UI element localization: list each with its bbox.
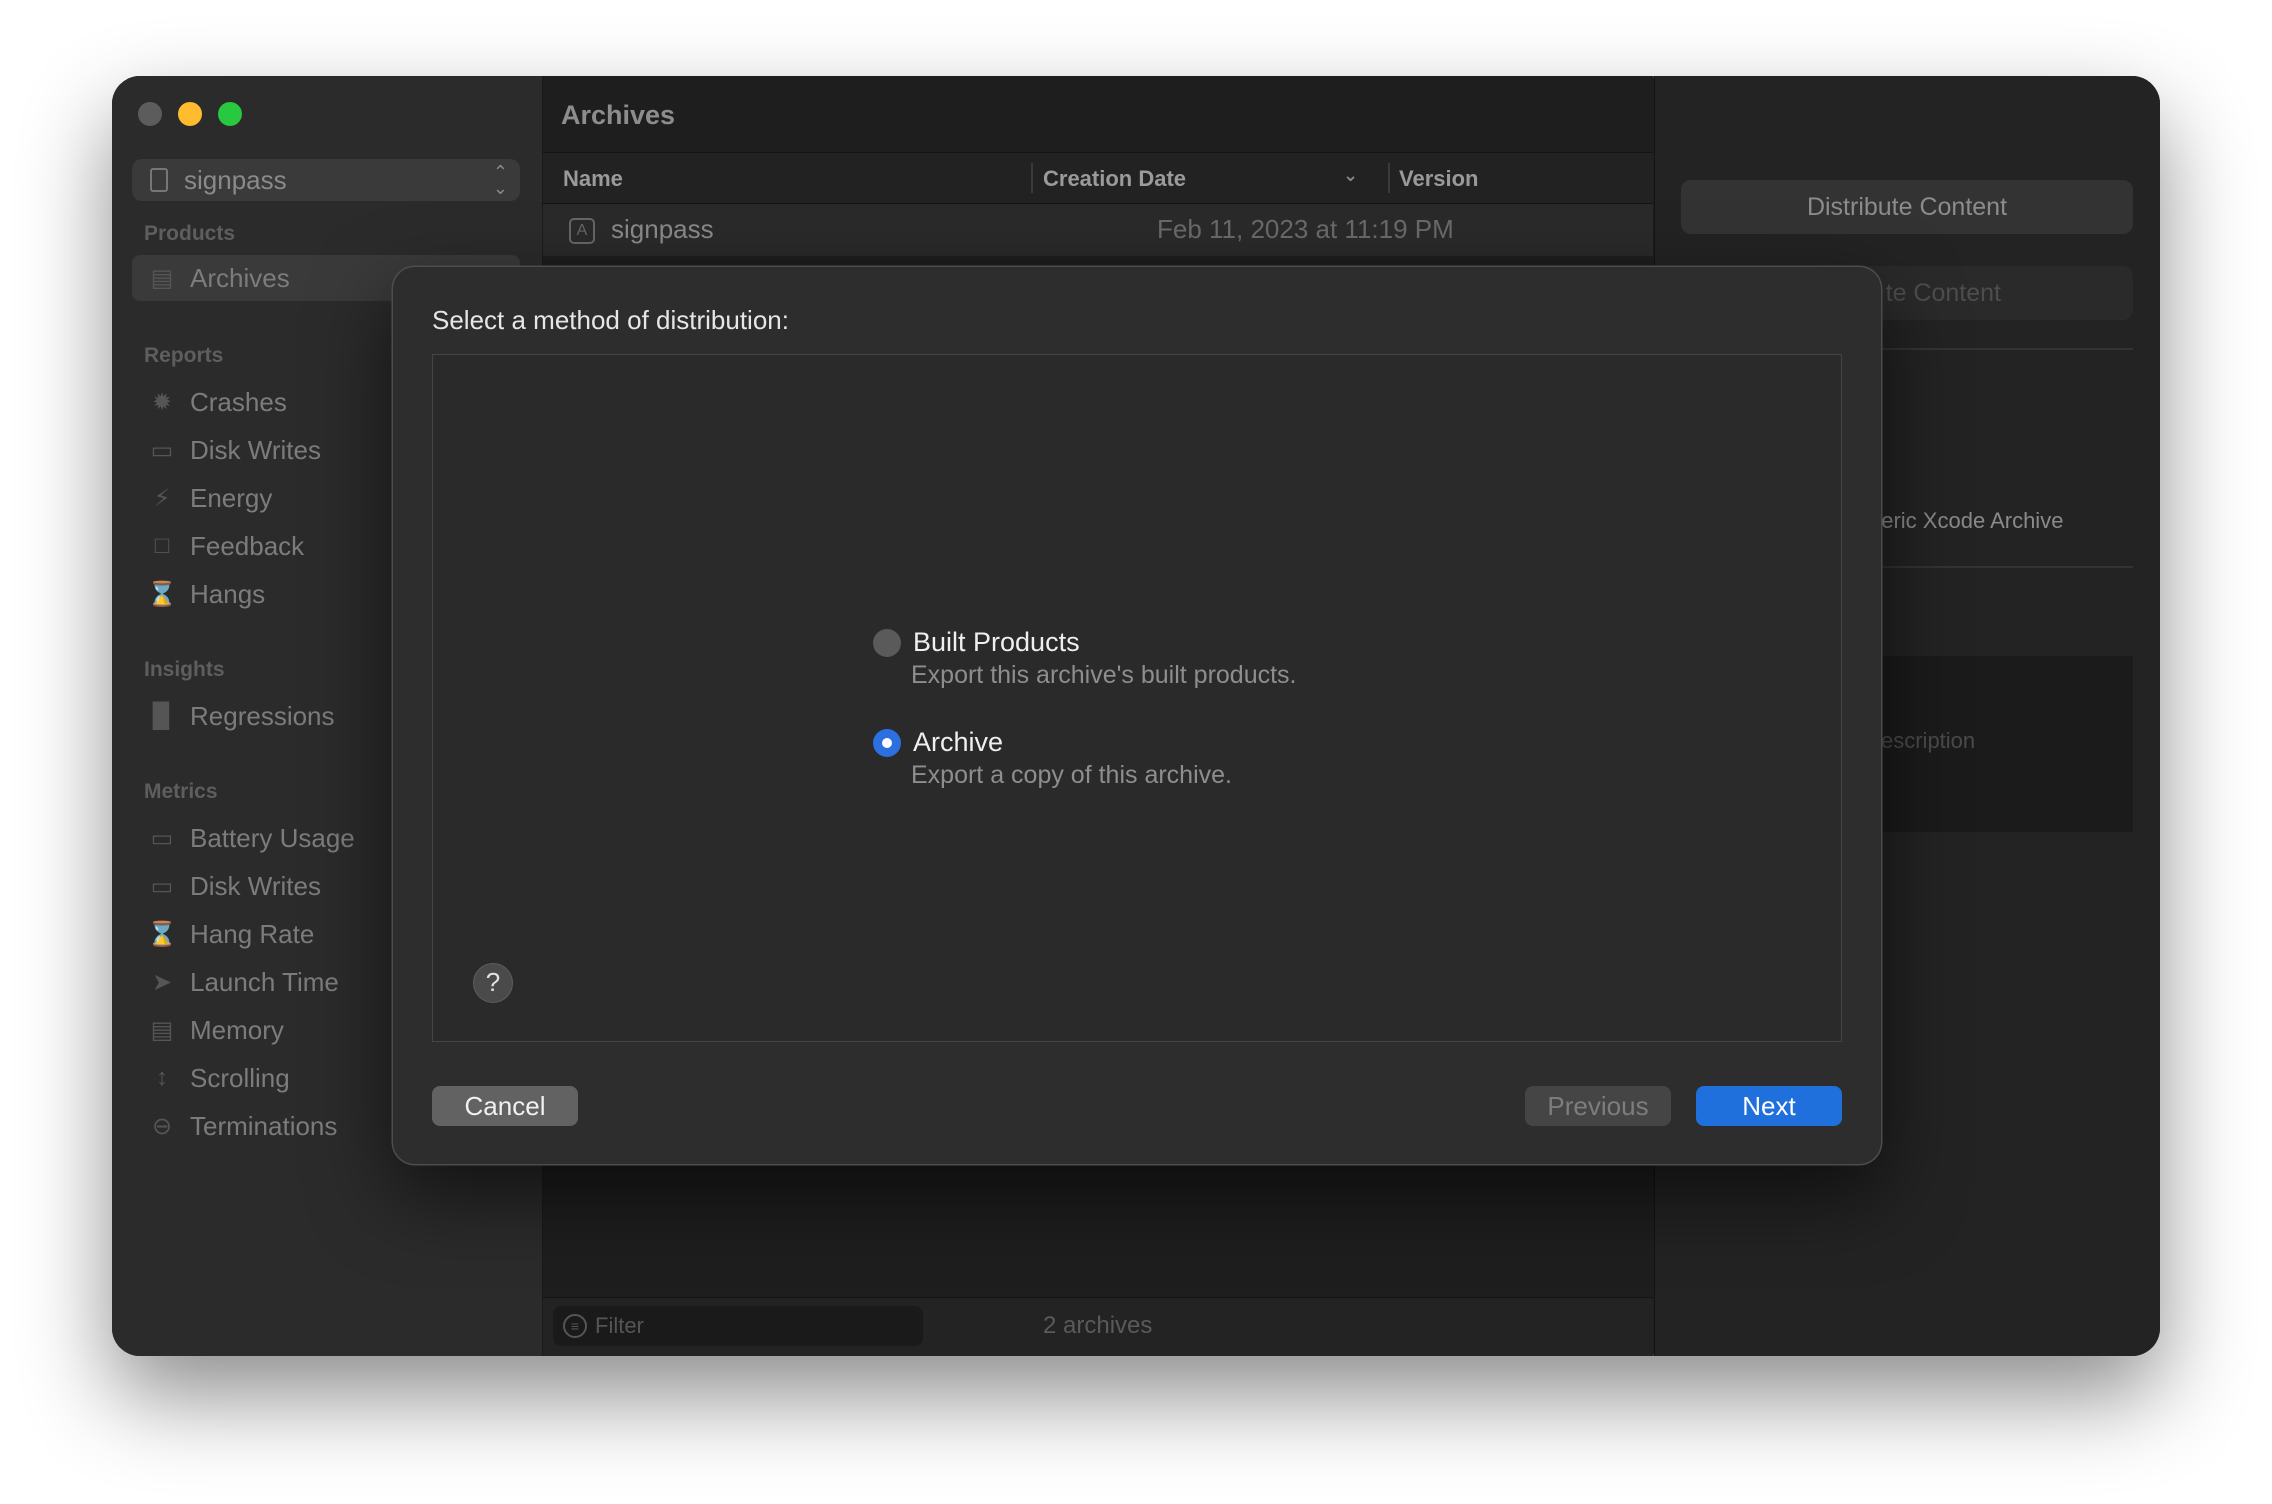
next-button[interactable]: Next — [1696, 1086, 1842, 1126]
battery-icon: ▭ — [150, 824, 174, 852]
column-divider — [1388, 163, 1390, 193]
sidebar-item-label: Regressions — [190, 700, 335, 731]
column-header-version[interactable]: Version — [1399, 166, 1478, 192]
rocket-icon: ➤ — [151, 968, 173, 996]
column-header-creation-date[interactable]: Creation Date — [1043, 166, 1186, 192]
close-window-button[interactable] — [138, 102, 162, 126]
sidebar-item-label: Hangs — [190, 578, 266, 609]
minimize-window-button[interactable] — [178, 102, 202, 126]
sidebar-item-label: Disk Writes — [190, 434, 321, 465]
archive-count: 2 archives — [1043, 1312, 1153, 1339]
app-archive-icon: A — [569, 218, 595, 244]
archive-type: neric Xcode Archive — [1869, 508, 2064, 533]
bar-chart-icon: ▉ — [152, 702, 172, 730]
sheet-title: Select a method of distribution: — [432, 305, 789, 335]
window-controls — [138, 102, 242, 126]
radio-archive[interactable] — [873, 729, 901, 757]
section-header-metrics: Metrics — [144, 780, 218, 803]
filter-icon: ≡ — [563, 1314, 587, 1338]
radio-built-products[interactable] — [873, 629, 901, 657]
description-placeholder: escription — [1881, 728, 1976, 753]
zoom-window-button[interactable] — [218, 102, 242, 126]
section-header-insights: Insights — [144, 658, 225, 681]
archive-name: signpass — [611, 214, 714, 244]
scroll-icon: ↕ — [156, 1064, 168, 1091]
sidebar-item-label: Crashes — [190, 386, 287, 417]
archive-date: Feb 11, 2023 at 11:19 PM — [1157, 214, 1454, 244]
disk-icon: ▭ — [150, 436, 174, 464]
bolt-icon: ⚡ — [153, 484, 171, 512]
option-description: Export this archive's built products. — [911, 661, 1297, 689]
scheme-selector[interactable]: signpass ⌃ ⌄ — [132, 159, 520, 201]
option-description: Export a copy of this archive. — [911, 761, 1232, 789]
sidebar-item-label: Scrolling — [190, 1062, 290, 1093]
hourglass-icon: ⌛ — [147, 920, 177, 948]
document-icon — [150, 168, 168, 192]
filter-input[interactable]: ≡ Filter — [553, 1306, 923, 1346]
filter-placeholder: Filter — [595, 1313, 644, 1338]
distribute-content-button[interactable]: Distribute Content — [1681, 180, 2133, 234]
table-row[interactable]: A signpass Feb 11, 2023 at 11:19 PM — [543, 204, 1653, 256]
sidebar-item-label: Archives — [190, 262, 290, 293]
sidebar-item-label: Memory — [190, 1014, 284, 1045]
previous-button[interactable]: Previous — [1525, 1086, 1671, 1126]
memory-chip-icon: ▤ — [150, 1016, 174, 1044]
sidebar-item-label: Energy — [190, 482, 273, 513]
section-header-products: Products — [144, 222, 236, 245]
archive-icon: ▤ — [150, 264, 174, 292]
table-header: Name Creation Date ⌄ Version — [543, 152, 1653, 204]
sort-descending-icon: ⌄ — [1343, 165, 1359, 185]
column-header-name[interactable]: Name — [563, 166, 623, 192]
distribution-options-panel: Built Products Export this archive's bui… — [432, 354, 1842, 1042]
option-title: Built Products — [913, 627, 1080, 657]
crash-icon: ✹ — [151, 388, 173, 416]
disk-icon: ▭ — [150, 872, 174, 900]
hourglass-icon: ⌛ — [147, 580, 177, 608]
chevron-up-down-icon: ⌃ ⌄ — [492, 162, 508, 198]
column-divider — [1031, 163, 1033, 193]
minus-circle-icon: ⊖ — [151, 1112, 173, 1140]
sidebar-item-label: Disk Writes — [190, 870, 321, 901]
distribution-sheet: Select a method of distribution: Built P… — [393, 267, 1881, 1164]
page-title: Archives — [561, 100, 676, 130]
sidebar-item-label: Hang Rate — [190, 918, 315, 949]
speech-bubble-icon: □ — [154, 532, 170, 559]
sidebar-item-label: Battery Usage — [190, 822, 355, 853]
section-header-reports: Reports — [144, 344, 224, 367]
sidebar-item-label: Launch Time — [190, 966, 339, 997]
option-title: Archive — [913, 727, 1004, 757]
sidebar-item-label: Feedback — [190, 530, 305, 561]
cancel-button[interactable]: Cancel — [432, 1086, 578, 1126]
scheme-name: signpass — [184, 164, 287, 195]
sidebar-item-label: Terminations — [190, 1110, 338, 1141]
list-footer: ≡ Filter 2 archives — [543, 1297, 1653, 1356]
help-button[interactable]: ? — [473, 963, 513, 1003]
